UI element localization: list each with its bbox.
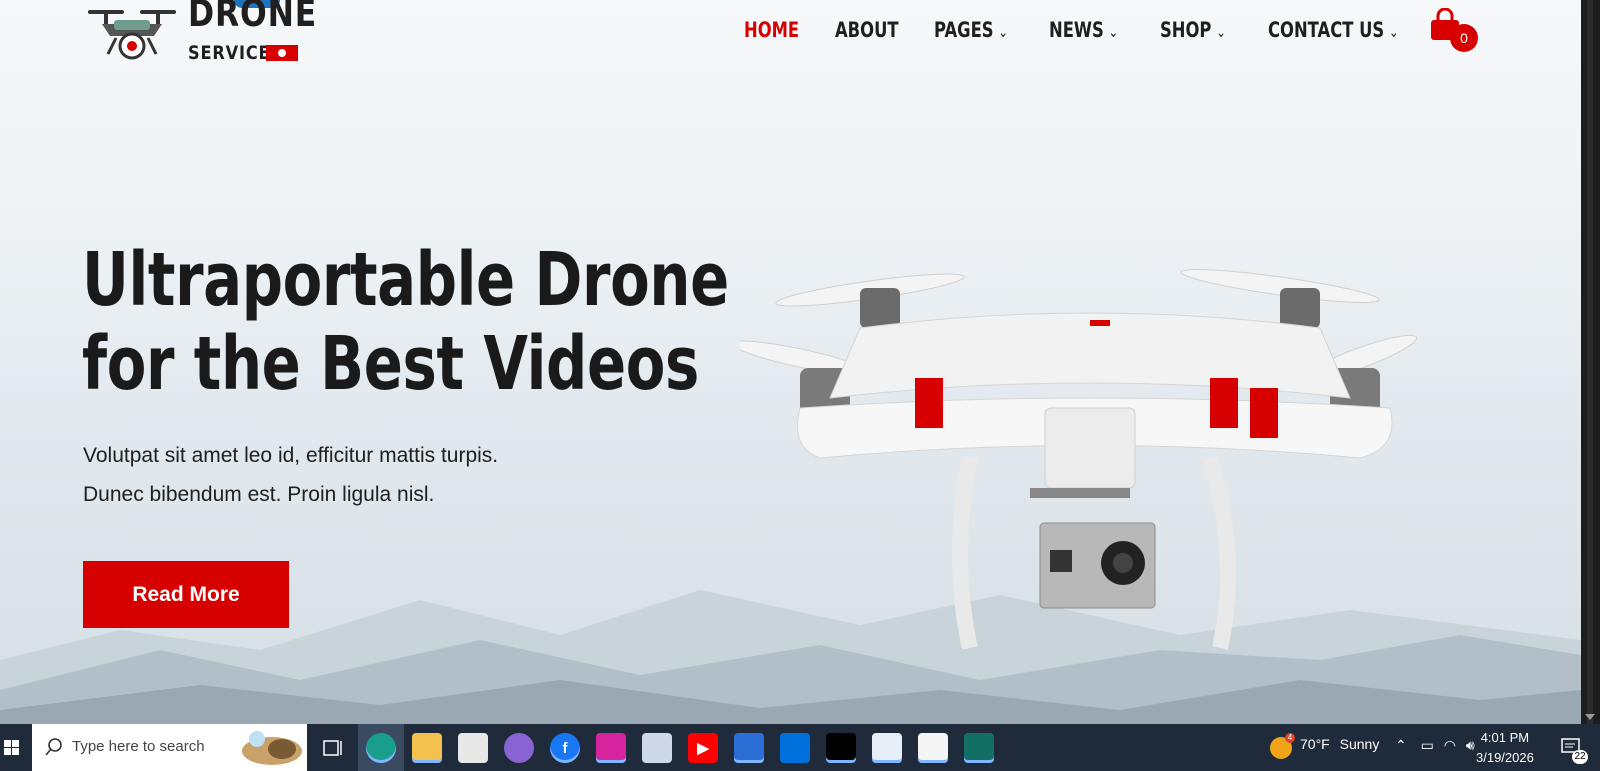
store-bag-icon[interactable] <box>918 733 948 763</box>
paint-icon[interactable] <box>642 733 672 763</box>
windows-start-icon[interactable] <box>0 724 30 771</box>
browser-viewport: DRONE SERVICE HOME ABOUT PAGES ⌄ NEWS ⌄ SH… <box>0 0 1581 724</box>
drone-logo-icon <box>88 10 176 60</box>
cart-button[interactable]: 0 <box>1428 8 1484 52</box>
weather-badge: 4 <box>1285 733 1295 743</box>
search-highlight-icon <box>242 731 302 765</box>
system-tray[interactable]: ⌃ ▭ ◠ 🔊︎ <box>1395 737 1475 754</box>
volume-icon[interactable]: 🔊︎ <box>1466 737 1475 753</box>
weather-widget[interactable]: 70°F Sunny <box>1300 736 1379 752</box>
walmart-icon[interactable] <box>780 733 810 763</box>
clock-time: 4:01 PM <box>1480 730 1530 745</box>
hero-desc-line: Dunec bibendum est. Proin ligula nisl. <box>83 483 435 506</box>
audio-app-icon[interactable] <box>826 733 856 763</box>
flag-icon <box>266 45 298 61</box>
copilot-icon[interactable] <box>504 733 534 763</box>
taskbar-clock[interactable]: 4:01 PM 3/19/2026 <box>1476 728 1534 768</box>
scroll-down-arrow-icon[interactable] <box>1585 714 1595 720</box>
edge-icon[interactable] <box>366 733 396 763</box>
nav-label: ABOUT <box>835 18 899 42</box>
chevron-down-icon: ⌄ <box>1108 23 1119 41</box>
wifi-icon[interactable]: ◠ <box>1444 737 1456 753</box>
youtube-icon[interactable]: ▶ <box>688 733 718 763</box>
nav-label: HOME <box>744 18 800 42</box>
notification-count-badge: 22 <box>1572 750 1588 764</box>
taskbar-search[interactable]: Type here to search <box>32 724 307 771</box>
nav-label: CONTACT US <box>1268 18 1385 42</box>
chevron-down-icon: ⌄ <box>1388 23 1399 41</box>
weather-desc: Sunny <box>1339 736 1380 752</box>
logo-subtitle: SERVICE <box>188 42 271 64</box>
nav-item-contact-us[interactable]: CONTACT US ⌄ <box>1268 18 1399 42</box>
clock-date: 3/19/2026 <box>1476 750 1534 765</box>
nav-item-shop[interactable]: SHOP ⌄ <box>1160 18 1226 42</box>
scrollbar-track <box>1587 0 1593 724</box>
windows-taskbar: Type here to search f ▶ 4 70°F Sunny ⌃ ▭… <box>0 724 1600 771</box>
chevron-up-icon[interactable]: ⌃ <box>1395 737 1407 753</box>
chevron-down-icon: ⌄ <box>998 23 1009 41</box>
nav-item-home[interactable]: HOME <box>744 18 799 42</box>
nav-label: SHOP <box>1160 18 1212 42</box>
hero-title: Ultraportable Drone for the Best Videos <box>82 237 729 407</box>
file-explorer-icon[interactable] <box>412 733 442 763</box>
nav-item-about[interactable]: ABOUT <box>835 18 899 42</box>
store-icon[interactable] <box>458 733 488 763</box>
browser-scrollbar[interactable] <box>1581 0 1600 724</box>
nav-label: NEWS <box>1049 18 1104 42</box>
hero-title-line: for the Best Videos <box>82 321 699 407</box>
notepad-icon[interactable] <box>872 733 902 763</box>
cart-count-badge: 0 <box>1450 24 1478 52</box>
task-view-icon <box>323 740 342 756</box>
search-icon <box>45 738 62 756</box>
hero-desc-line: Volutpat sit amet leo id, efficitur matt… <box>83 444 499 467</box>
hero-title-line: Ultraportable Drone <box>82 237 729 323</box>
mail-icon[interactable] <box>734 733 764 763</box>
read-more-button[interactable]: Read More <box>83 561 289 628</box>
hero-description: Volutpat sit amet leo id, efficitur matt… <box>83 436 603 514</box>
logo-title: DRONE <box>188 0 318 35</box>
search-placeholder: Type here to search <box>72 738 205 755</box>
instagram-icon[interactable] <box>596 733 626 763</box>
site-logo[interactable]: DRONE SERVICE <box>84 0 316 64</box>
nav-label: PAGES <box>934 18 994 42</box>
meet-now-icon[interactable]: ▭ <box>1421 737 1434 753</box>
drone-image <box>740 268 1417 650</box>
chevron-down-icon: ⌄ <box>1216 23 1226 41</box>
network-app-icon[interactable] <box>964 733 994 763</box>
nav-item-pages[interactable]: PAGES ⌄ <box>934 18 1008 42</box>
facebook-icon[interactable]: f <box>550 733 580 763</box>
task-view-icon[interactable] <box>318 733 348 763</box>
nav-item-news[interactable]: NEWS ⌄ <box>1049 18 1118 42</box>
weather-temp: 70°F <box>1300 736 1330 752</box>
